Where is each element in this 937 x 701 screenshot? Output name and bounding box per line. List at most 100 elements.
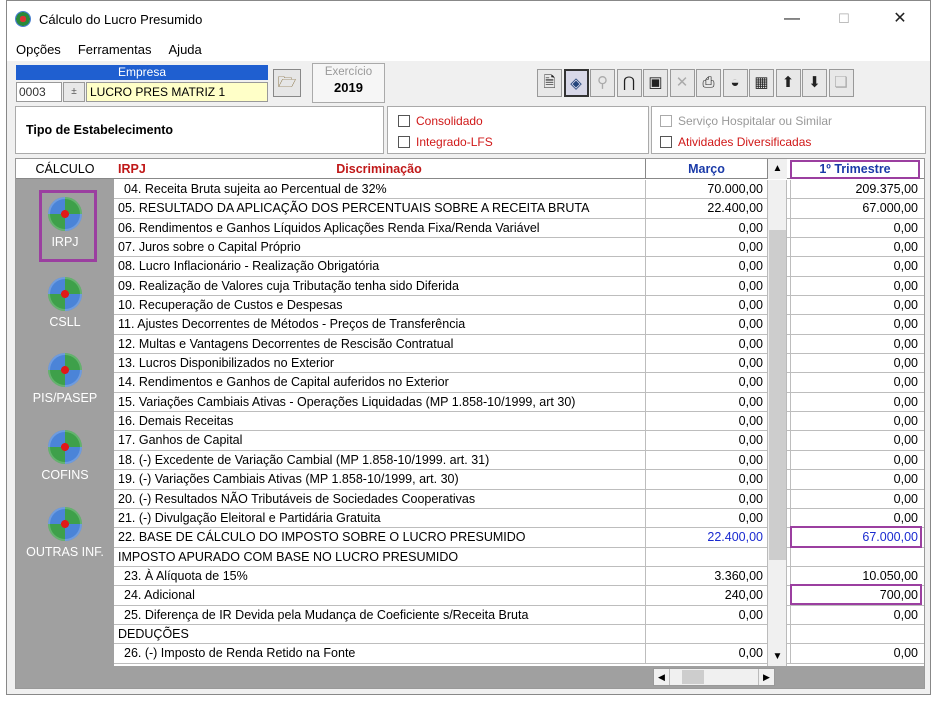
row-value-marco[interactable]: 0,00 xyxy=(645,470,767,489)
table-row[interactable]: 26. (-) Imposto de Renda Retido na Fonte… xyxy=(114,644,924,664)
export-button[interactable]: ⬆ xyxy=(775,69,801,97)
row-description: 16. Demais Receitas xyxy=(118,414,234,429)
row-value-marco[interactable]: 22.400,00 xyxy=(645,199,767,218)
calc-item-irpj[interactable]: IRPJ xyxy=(16,197,114,249)
calc-item-pis-pasep[interactable]: PIS/PASEP xyxy=(16,353,114,405)
maximize-button[interactable]: ☐ xyxy=(829,7,859,31)
table-row[interactable]: IMPOSTO APURADO COM BASE NO LUCRO PRESUM… xyxy=(114,547,924,567)
document-button[interactable]: 🗎 xyxy=(537,69,562,97)
table-row[interactable]: 19. (-) Variações Cambiais Ativas (MP 1.… xyxy=(114,470,924,490)
table-row[interactable]: 13. Lucros Disponibilizados no Exterior 0… xyxy=(114,354,924,374)
table-row[interactable]: 04. Receita Bruta sujeita ao Percentual … xyxy=(114,180,924,200)
import-button[interactable]: ⬇ xyxy=(802,69,827,97)
row-value-marco[interactable]: 0,00 xyxy=(645,354,767,373)
delete-button[interactable]: ✕ xyxy=(669,69,695,97)
horizontal-scrollbar[interactable]: ◀ ▶ xyxy=(653,668,775,686)
row-value-marco[interactable]: 0,00 xyxy=(645,450,767,470)
row-value-marco[interactable]: 240,00 xyxy=(645,586,767,605)
row-description: 10. Recuperação de Custos e Despesas xyxy=(118,298,343,313)
servico-label: Serviço Hospitalar ou Similar xyxy=(678,114,833,128)
row-value-marco[interactable]: 0,00 xyxy=(645,605,767,624)
row-value-marco[interactable]: 0,00 xyxy=(645,257,767,276)
table-row[interactable]: 17. Ganhos de Capital 0,00 0,00 xyxy=(114,431,924,451)
table-row[interactable]: 15. Variações Cambiais Ativas - Operaçõe… xyxy=(114,392,924,413)
globe-button[interactable]: ◒ xyxy=(722,69,748,97)
table-row[interactable]: 18. (-) Excedente de Variação Cambial (M… xyxy=(114,450,924,471)
scroll-left-button[interactable]: ◀ xyxy=(654,669,670,685)
menu-ajuda[interactable]: Ajuda xyxy=(169,42,202,57)
scroll-up-button[interactable]: ▲ xyxy=(767,159,787,179)
row-description: 25. Diferença de IR Devida pela Mudança … xyxy=(124,607,529,622)
table-row[interactable]: 11. Ajustes Decorrentes de Métodos - Pre… xyxy=(114,315,924,335)
table-row[interactable]: 10. Recuperação de Custos e Despesas 0,00… xyxy=(114,296,924,316)
row-value-marco[interactable]: 0,00 xyxy=(645,644,767,663)
table-row[interactable]: 08. Lucro Inflacionário - Realização Obr… xyxy=(114,257,924,277)
vertical-scroll-thumb[interactable] xyxy=(769,230,786,560)
tipo-box: Tipo de Estabelecimento xyxy=(15,106,384,154)
menu-opcoes[interactable]: Opções xyxy=(16,42,61,57)
row-value-marco[interactable]: 0,00 xyxy=(645,373,767,392)
row-description: 05. RESULTADO DA APLICAÇÃO DOS PERCENTUA… xyxy=(118,201,590,216)
scroll-down-button[interactable]: ▼ xyxy=(768,648,787,666)
row-value-marco[interactable]: 70.000,00 xyxy=(645,180,767,199)
lock-icon: ⋂ xyxy=(622,74,636,91)
consolidado-checkbox[interactable]: Consolidado xyxy=(398,114,483,128)
zoom-button[interactable]: ⚲ xyxy=(590,69,615,97)
integrado-checkbox[interactable]: Integrado-LFS xyxy=(398,135,493,149)
row-value-marco[interactable]: 3.360,00 xyxy=(645,566,767,586)
exercicio-value: 2019 xyxy=(334,80,363,95)
table-row[interactable]: 09. Realização de Valores cuja Tributaçã… xyxy=(114,276,924,297)
row-value-marco[interactable]: 0,00 xyxy=(645,508,767,528)
row-value-marco[interactable]: 0,00 xyxy=(645,431,767,450)
save-button[interactable]: ▣ xyxy=(643,69,668,97)
minimize-button[interactable]: — xyxy=(777,7,807,31)
row-value-trimestre: 0,00 xyxy=(790,470,922,489)
empresa-lookup-button[interactable]: ± xyxy=(63,82,85,102)
tipo-label: Tipo de Estabelecimento xyxy=(26,123,174,137)
calc-item-cofins[interactable]: COFINS xyxy=(16,430,114,482)
main-panel: CÁLCULO IRPJ CSLL PIS/PASEP COFINS OUTRA… xyxy=(15,158,925,689)
table-row[interactable]: 12. Multas e Vantagens Decorrentes de Re… xyxy=(114,334,924,355)
row-value-marco[interactable]: 0,00 xyxy=(645,412,767,431)
row-value-marco[interactable]: 0,00 xyxy=(645,238,767,257)
close-button[interactable]: ✕ xyxy=(885,7,915,31)
row-value-marco[interactable]: 0,00 xyxy=(645,392,767,412)
row-value-marco[interactable]: 0,00 xyxy=(645,296,767,315)
open-folder-button[interactable]: 🗁 xyxy=(273,69,301,97)
row-value-marco[interactable]: 0,00 xyxy=(645,218,767,238)
exercicio-box[interactable]: Exercício 2019 xyxy=(312,63,385,103)
calc-item-csll[interactable]: CSLL xyxy=(16,277,114,329)
table-row[interactable]: 05. RESULTADO DA APLICAÇÃO DOS PERCENTUA… xyxy=(114,199,924,219)
empresa-name-field[interactable]: LUCRO PRES MATRIZ 1 xyxy=(86,82,268,102)
row-value-trimestre: 0,00 xyxy=(790,605,922,624)
vertical-scrollbar[interactable]: ▼ xyxy=(767,180,787,666)
row-value-marco[interactable]: 0,00 xyxy=(645,489,767,508)
table-row[interactable]: 20. (-) Resultados NÃO Tributáveis de So… xyxy=(114,489,924,509)
row-value-marco[interactable]: 0,00 xyxy=(645,276,767,296)
calc-item-outras[interactable]: OUTRAS INF. xyxy=(16,507,114,559)
row-value-marco[interactable]: 0,00 xyxy=(645,315,767,334)
layers-button[interactable]: ❏ xyxy=(828,69,854,97)
row-value-marco[interactable] xyxy=(645,624,767,644)
menu-ferramentas[interactable]: Ferramentas xyxy=(78,42,152,57)
table-row[interactable]: DEDUÇÕES xyxy=(114,624,924,645)
calc-item-label: IRPJ xyxy=(51,235,79,249)
report-button[interactable]: ▦ xyxy=(749,69,774,97)
row-value-trimestre: 0,00 xyxy=(790,218,922,238)
table-row[interactable]: 06. Rendimentos e Ganhos Líquidos Aplica… xyxy=(114,218,924,239)
table-row[interactable]: 14. Rendimentos e Ganhos de Capital aufe… xyxy=(114,373,924,393)
row-value-marco[interactable]: 22.400,00 xyxy=(645,528,767,547)
lock-button[interactable]: ⋂ xyxy=(616,69,642,97)
empresa-code-field[interactable]: 0003 xyxy=(16,82,62,102)
table-row[interactable]: 25. Diferença de IR Devida pela Mudança … xyxy=(114,605,924,625)
table-row[interactable]: 16. Demais Receitas 0,00 0,00 xyxy=(114,412,924,432)
atividades-diversificadas-checkbox[interactable]: Atividades Diversificadas xyxy=(660,135,811,149)
table-row[interactable]: 07. Juros sobre o Capital Próprio 0,00 0,0… xyxy=(114,238,924,258)
servico-hospitalar-checkbox[interactable]: Serviço Hospitalar ou Similar xyxy=(660,114,832,128)
scroll-right-button[interactable]: ▶ xyxy=(758,669,774,685)
row-value-marco[interactable]: 0,00 xyxy=(645,334,767,354)
row-value-marco[interactable] xyxy=(645,547,767,566)
print-button[interactable]: ⎙ xyxy=(696,69,721,97)
horizontal-scroll-thumb[interactable] xyxy=(682,670,704,684)
calculate-button[interactable]: ◈ xyxy=(563,69,589,97)
